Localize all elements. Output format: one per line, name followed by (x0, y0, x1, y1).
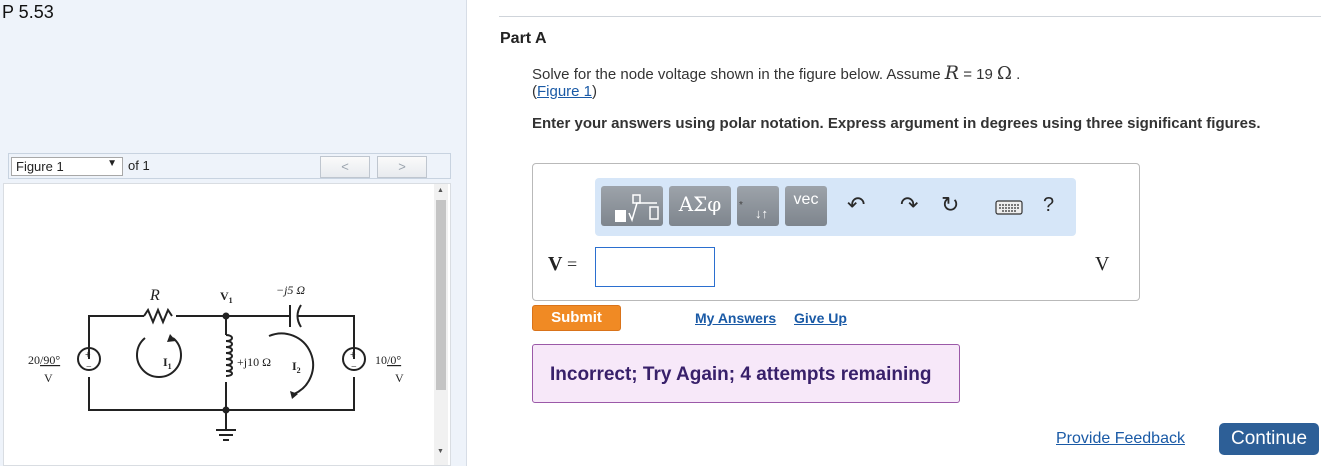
right-source-value: 10/0° (375, 353, 401, 367)
right-source-unit: V (395, 371, 404, 385)
scroll-up-icon[interactable]: ▲ (437, 187, 444, 194)
keyboard-icon[interactable] (995, 198, 1023, 221)
feedback-message-box: Incorrect; Try Again; 4 attempts remaini… (532, 344, 960, 403)
part-title: Part A (500, 30, 547, 47)
right-source-plus: + (350, 350, 356, 361)
feedback-message: Incorrect; Try Again; 4 attempts remaini… (550, 364, 932, 385)
my-answers-link[interactable]: My Answers (695, 310, 776, 326)
help-icon[interactable]: ? (1043, 194, 1054, 217)
inductor-coil (225, 334, 233, 377)
dropdown-caret-icon: ▼ (107, 158, 117, 169)
problem-title: P 5.53 (2, 2, 54, 22)
left-source-value: 20/90° (28, 353, 60, 367)
top-rule (499, 16, 1321, 17)
inductor-label: +j10 Ω (237, 355, 271, 369)
left-source-minus: − (86, 362, 92, 373)
math-toolbar: ΑΣφ * ↓↑ vec ↶ ↷ ↻ ? (595, 178, 1076, 236)
node-label: V1 (220, 289, 233, 305)
answer-label: V = (548, 253, 578, 275)
undo-icon[interactable]: ↶ (847, 192, 865, 218)
capacitor-label: −j5 Ω (276, 283, 305, 297)
right-source-minus: − (351, 362, 357, 373)
mesh-i1-arc (136, 337, 182, 378)
provide-feedback-link[interactable]: Provide Feedback (1056, 430, 1185, 448)
templates-icon (615, 194, 659, 223)
mesh-i2-label: I2 (292, 359, 301, 375)
continue-button[interactable]: Continue (1219, 423, 1319, 455)
figure-nav-bar: Figure 1 ▼ of 1 < > (8, 153, 451, 179)
circuit-diagram: R V1 −j5 Ω +j10 Ω I1 I2 20/90° V 10/0° V… (28, 283, 404, 441)
templates-button[interactable] (601, 186, 663, 226)
submit-button[interactable]: Submit (532, 305, 621, 331)
mastering-problem-page: P 5.53 Figure 1 ▼ of 1 < > R V1 −j5 Ω +j… (0, 0, 1336, 466)
ohm-symbol: Ω (997, 63, 1012, 84)
left-source-unit: V (44, 371, 53, 385)
mesh-i1-arrowhead (167, 334, 176, 342)
give-up-link[interactable]: Give Up (794, 310, 847, 326)
scroll-thumb[interactable] (436, 200, 446, 390)
var-r: R (944, 62, 960, 84)
figure-link[interactable]: Figure 1 (537, 83, 592, 100)
next-figure-button[interactable]: > (377, 156, 427, 178)
figure-select[interactable]: Figure 1 ▼ (11, 157, 123, 176)
redo-icon[interactable]: ↷ (900, 192, 918, 218)
prev-figure-button[interactable]: < (320, 156, 370, 178)
figure-scrollbar[interactable]: ▲ ▼ (434, 184, 448, 465)
resistor-label: R (149, 287, 160, 304)
left-source-plus: + (85, 350, 91, 361)
answer-input[interactable] (595, 247, 715, 287)
answer-unit: V (1095, 253, 1110, 275)
question-text: Solve for the node voltage shown in the … (532, 62, 1021, 84)
panel-divider (466, 0, 467, 466)
scroll-down-icon[interactable]: ▼ (437, 448, 444, 455)
figure-panel: P 5.53 Figure 1 ▼ of 1 < > R V1 −j5 Ω +j… (0, 0, 466, 466)
figure-count: of 1 (128, 158, 150, 173)
wire-bottom (88, 377, 355, 411)
figure-viewport: R V1 −j5 Ω +j10 Ω I1 I2 20/90° V 10/0° V… (3, 183, 451, 466)
arrows-icon: ↓↑ (755, 206, 768, 221)
arrows-button[interactable]: * ↓↑ (737, 186, 779, 226)
greek-button[interactable]: ΑΣφ (669, 186, 731, 226)
mesh-i1-label: I1 (163, 355, 172, 371)
reset-icon[interactable]: ↻ (941, 192, 959, 218)
node-dot-top (222, 312, 230, 320)
vec-button[interactable]: vec (785, 186, 827, 226)
node-dot-bottom (222, 406, 230, 414)
instructions: Enter your answers using polar notation.… (532, 115, 1261, 132)
answer-box: ΑΣφ * ↓↑ vec ↶ ↷ ↻ ? V = V (532, 163, 1140, 301)
figure-link-line: (Figure 1) (532, 83, 598, 100)
resistor-r (143, 307, 173, 325)
figure-select-value: Figure 1 (16, 159, 64, 174)
